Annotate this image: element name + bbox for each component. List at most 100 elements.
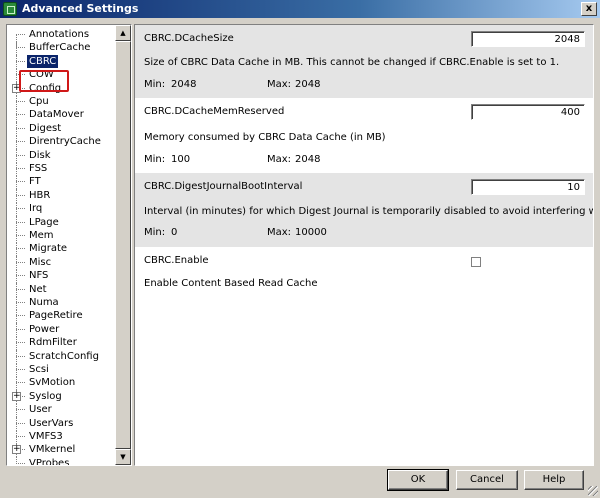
tree-item[interactable]: VProbes <box>7 456 117 465</box>
tree-connector-line <box>16 108 17 123</box>
scroll-up-arrow-icon[interactable]: ▲ <box>115 25 131 41</box>
tree-item[interactable]: Migrate <box>7 242 117 257</box>
tree-connector-line <box>16 275 25 277</box>
tree-item[interactable]: RdmFilter <box>7 336 117 351</box>
tree-item[interactable]: Cpu <box>7 95 117 109</box>
tree-item-label: Migrate <box>29 243 68 255</box>
title-bar: Advanced Settings x <box>0 0 600 18</box>
tree-item-label: Digest <box>29 122 62 134</box>
expand-plus-icon[interactable]: + <box>12 391 21 401</box>
tree-connector-line <box>16 60 25 62</box>
tree-connector-line <box>16 422 25 424</box>
tree-connector-line <box>16 141 25 143</box>
tree-connector-line <box>16 369 25 370</box>
tree-connector-line <box>16 101 25 102</box>
tree-item[interactable]: Digest <box>7 121 117 136</box>
tree-connector-line <box>16 288 25 290</box>
tree-connector-line <box>16 296 17 310</box>
tree-connector-line <box>16 269 17 284</box>
cancel-button[interactable]: Cancel <box>456 470 518 490</box>
tree-item-label: Mem <box>29 230 54 241</box>
tree-item-label: Numa <box>29 297 59 308</box>
max-label: Max: <box>267 227 292 238</box>
ok-button[interactable]: OK <box>387 469 449 491</box>
setting-name: CBRC.DCacheMemReserved <box>144 106 285 117</box>
tree-connector-line <box>16 127 25 129</box>
tree-connector-line <box>16 162 17 176</box>
tree-item[interactable]: BufferCache <box>7 41 117 56</box>
help-button[interactable]: Help <box>524 470 584 490</box>
tree-item[interactable]: DirentryCache <box>7 135 117 150</box>
tree-item[interactable]: + Syslog <box>7 389 117 404</box>
tree-connector-line <box>16 235 25 236</box>
tree-item-label: SvMotion <box>29 377 76 389</box>
tree-item[interactable]: ScratchConfig <box>7 349 117 364</box>
settings-pane: CBRC.DCacheSize Size of CBRC Data Cache … <box>134 24 594 466</box>
tree-connector-line <box>16 309 17 324</box>
min-label: Min: <box>144 79 166 90</box>
tree-item-label: Net <box>29 283 47 295</box>
tree-item[interactable]: Misc <box>7 255 117 270</box>
setting-description: Size of CBRC Data Cache in MB. This cann… <box>144 57 560 68</box>
tree-item[interactable]: FSS <box>7 162 117 176</box>
tree-connector-line <box>16 221 25 223</box>
tree-item[interactable]: HBR <box>7 188 117 203</box>
tree-scrollbar[interactable]: ▲ ▼ <box>115 25 131 465</box>
expand-plus-icon[interactable]: + <box>12 445 21 455</box>
tree-item[interactable]: Irq <box>7 202 117 217</box>
tree-connector-line <box>16 181 25 183</box>
tree-item-label: Syslog <box>29 390 62 402</box>
tree-item[interactable]: SvMotion <box>7 376 117 391</box>
tree-connector-line <box>16 382 25 384</box>
enable-checkbox[interactable] <box>471 257 481 267</box>
tree-item[interactable]: Disk <box>7 148 117 163</box>
tree-item[interactable]: Power <box>7 322 117 337</box>
tree-item[interactable]: NFS <box>7 269 117 284</box>
tree-item-label: FSS <box>29 163 48 174</box>
tree-item[interactable]: FT <box>7 175 117 190</box>
tree-connector-line <box>16 47 25 49</box>
resize-grip-icon[interactable] <box>588 486 598 496</box>
tree-item[interactable]: Numa <box>7 296 117 310</box>
tree-item[interactable]: VMFS3 <box>7 430 117 444</box>
tree-item[interactable]: + VMkernel <box>7 443 117 458</box>
min-value: 100 <box>171 154 191 165</box>
scroll-down-arrow-icon[interactable]: ▼ <box>115 449 131 465</box>
tree-item[interactable]: DataMover <box>7 108 117 123</box>
min-value: 2048 <box>171 79 197 90</box>
tree-connector-line <box>16 154 25 156</box>
tree-connector-line <box>16 342 25 344</box>
setting-description: Enable Content Based Read Cache <box>144 278 318 289</box>
tree-connector-line <box>16 54 17 69</box>
setting-name: CBRC.Enable <box>144 255 209 266</box>
tree-item-label: Annotations <box>29 29 90 40</box>
tree-item[interactable]: Annotations <box>7 28 117 48</box>
tree-connector-line <box>16 175 17 190</box>
tree-connector-line <box>16 242 17 257</box>
tree-item-label: UserVars <box>29 417 74 429</box>
scroll-thumb[interactable] <box>115 41 131 449</box>
tree-item[interactable]: Net <box>7 282 117 297</box>
setting-row: CBRC.DCacheMemReserved Memory consumed b… <box>135 98 593 173</box>
tree-connector-line <box>16 34 25 35</box>
min-label: Min: <box>144 154 166 165</box>
tree-item[interactable]: UserVars <box>7 416 117 431</box>
tree-item[interactable]: Mem <box>7 229 117 243</box>
setting-value-input[interactable] <box>471 31 585 47</box>
close-button[interactable]: x <box>581 2 597 16</box>
tree-item-label: BufferCache <box>29 42 91 54</box>
tree-connector-line <box>16 202 17 217</box>
tree-connector-line <box>16 188 17 203</box>
setting-value-input[interactable] <box>471 179 585 195</box>
tree-item[interactable]: PageRetire <box>7 309 117 324</box>
tree-connector-line <box>16 41 17 56</box>
setting-description: Interval (in minutes) for which Digest J… <box>144 206 593 217</box>
tree-item[interactable]: CBRC <box>7 54 117 69</box>
tree-connector-line <box>16 114 25 116</box>
setting-value-input[interactable] <box>471 104 585 120</box>
tree-item-label: DirentryCache <box>29 136 101 148</box>
tree-item[interactable]: LPage <box>7 215 117 230</box>
tree-item[interactable]: User <box>7 403 117 418</box>
tree-connector-line <box>16 255 17 270</box>
tree-item[interactable]: Scsi <box>7 363 117 377</box>
